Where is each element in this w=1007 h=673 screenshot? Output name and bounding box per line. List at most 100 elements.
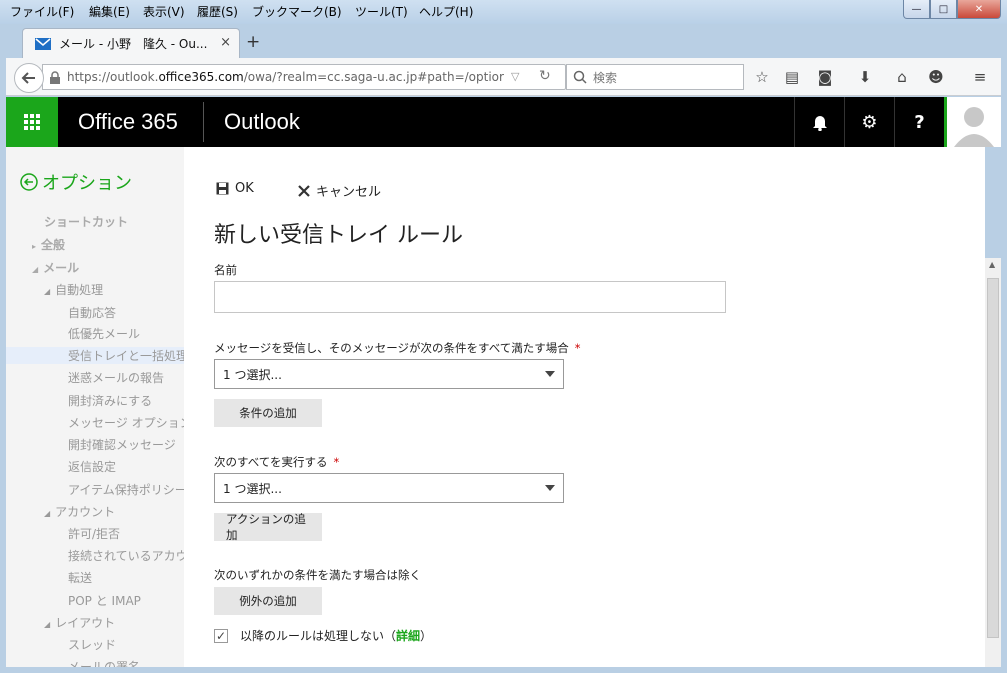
nav-item-label: 許可/拒否 xyxy=(68,527,121,541)
search-icon xyxy=(573,70,587,84)
nav-item[interactable]: ◢ メール xyxy=(32,259,79,276)
mail-icon xyxy=(35,37,51,50)
home-icon[interactable]: ⌂ xyxy=(890,65,914,89)
back-button[interactable] xyxy=(14,63,44,93)
nav-item[interactable]: スレッド xyxy=(68,636,116,653)
nav-item[interactable]: メールの署名 xyxy=(68,658,140,667)
hello-icon[interactable]: ☻ xyxy=(924,65,948,89)
close-window-button[interactable]: ✕ xyxy=(957,0,1001,19)
person-icon xyxy=(954,107,994,147)
menu-history[interactable]: 履歴(S) xyxy=(197,3,238,20)
url-dropdown-icon[interactable]: ▽ xyxy=(511,70,519,83)
add-exception-button[interactable]: 例外の追加 xyxy=(214,587,322,615)
nav-item[interactable]: 転送 xyxy=(68,569,92,586)
details-close-paren: ） xyxy=(420,629,433,643)
nav-item[interactable]: 許可/拒否 xyxy=(68,525,120,542)
nav-item-label: 全般 xyxy=(41,238,66,252)
nav-item[interactable]: 開封済みにする xyxy=(68,392,152,409)
new-tab-button[interactable]: + xyxy=(246,32,260,52)
nav-item[interactable]: ショートカット xyxy=(44,213,128,230)
tab-outlook[interactable]: メール - 小野 隆久 - Ou... × xyxy=(22,28,240,58)
settings-button[interactable]: ⚙ xyxy=(844,97,894,147)
download-icon[interactable]: ⬇ xyxy=(853,65,877,89)
cancel-button[interactable]: キャンセル xyxy=(298,181,381,200)
action-select[interactable]: 1 つ選択... xyxy=(214,473,564,503)
nav-item[interactable]: 自動応答 xyxy=(68,304,116,321)
scrollbar-thumb[interactable] xyxy=(987,278,999,638)
nav-item-label: 低優先メール xyxy=(68,327,141,341)
menu-edit[interactable]: 編集(E) xyxy=(89,3,130,20)
nav-item-label: 転送 xyxy=(68,571,93,585)
menu-bar: ファイル(F) 編集(E) 表示(V) 履歴(S) ブックマーク(B) ツール(… xyxy=(0,0,1007,24)
condition-select-value: 1 つ選択... xyxy=(223,367,282,382)
exception-label: 次のいずれかの条件を満たす場合は除く xyxy=(214,568,421,582)
add-condition-button[interactable]: 条件の追加 xyxy=(214,399,322,427)
nav-item[interactable]: 接続されているアカウント xyxy=(68,547,184,564)
search-box[interactable]: 検索 xyxy=(566,64,744,90)
address-bar[interactable]: https://outlook.office365.com/owa/?realm… xyxy=(42,64,566,90)
hamburger-menu-icon[interactable]: ≡ xyxy=(968,65,992,89)
nav-item[interactable]: メッセージ オプション xyxy=(68,414,184,431)
options-back-button[interactable]: オプション xyxy=(20,169,132,195)
bell-icon xyxy=(812,116,827,131)
nav-item[interactable]: ◢ 自動処理 xyxy=(44,281,103,298)
chevron-down-icon xyxy=(545,485,555,491)
reload-icon[interactable]: ↻ xyxy=(539,68,551,84)
stop-processing-checkbox[interactable]: ✓ xyxy=(214,628,228,643)
nav-item-label: レイアウト xyxy=(55,616,116,630)
tab-close-icon[interactable]: × xyxy=(220,35,231,50)
details-link[interactable]: 詳細 xyxy=(396,627,420,644)
save-icon xyxy=(216,182,229,195)
nav-item[interactable]: 開封確認メッセージ xyxy=(68,436,176,453)
nav-item-label: 自動応答 xyxy=(68,306,117,320)
details-open-paren: （ xyxy=(384,629,397,643)
nav-item-label: 迷惑メールの報告 xyxy=(68,371,165,385)
nav-item-label: アイテム保持ポリシー xyxy=(68,483,184,497)
nav-item[interactable]: ◢ アカウント xyxy=(44,503,115,520)
menu-bookmarks[interactable]: ブックマーク(B) xyxy=(252,3,342,20)
nav-item[interactable]: ◢ レイアウト xyxy=(44,614,115,631)
menu-view[interactable]: 表示(V) xyxy=(143,3,185,20)
tab-strip: メール - 小野 隆久 - Ou... × + xyxy=(6,28,1001,58)
scroll-up-icon[interactable]: ▲ xyxy=(989,260,995,269)
nav-item-label: 開封済みにする xyxy=(68,394,153,408)
condition-label: メッセージを受信し、そのメッセージが次の条件をすべて満たす場合 * xyxy=(214,341,581,355)
menu-file[interactable]: ファイル(F) xyxy=(10,3,74,20)
maximize-button[interactable]: □ xyxy=(930,0,957,19)
rule-name-input[interactable] xyxy=(214,281,726,313)
nav-item-label: 受信トレイと一括処理ル xyxy=(68,349,184,363)
collapse-icon: ◢ xyxy=(44,287,51,296)
app-name-label[interactable]: Outlook xyxy=(224,109,300,135)
ok-label: OK xyxy=(235,181,254,196)
vertical-scrollbar[interactable]: ▲ xyxy=(985,258,1001,667)
required-mark: * xyxy=(574,341,581,355)
nav-item-label: 開封確認メッセージ xyxy=(68,438,176,452)
condition-select[interactable]: 1 つ選択... xyxy=(214,359,564,389)
app-launcher-button[interactable] xyxy=(6,97,58,147)
nav-item[interactable]: アイテム保持ポリシー xyxy=(68,481,184,498)
page-title: 新しい受信トレイ ルール xyxy=(214,223,463,248)
url-text: https://outlook.office365.com/owa/?realm… xyxy=(67,70,504,84)
pocket-icon[interactable]: ◙ xyxy=(813,65,837,89)
menu-tools[interactable]: ツール(T) xyxy=(355,3,408,20)
nav-item[interactable]: ▸ 全般 xyxy=(32,236,65,253)
nav-item-label: POP と IMAP xyxy=(68,594,141,608)
add-action-button[interactable]: アクションの追加 xyxy=(214,512,322,542)
avatar[interactable] xyxy=(944,97,1001,147)
nav-item[interactable]: POP と IMAP xyxy=(68,592,141,609)
nav-item[interactable]: 受信トレイと一括処理ル xyxy=(6,347,184,364)
ok-button[interactable]: OK xyxy=(216,181,254,196)
minimize-button[interactable]: — xyxy=(903,0,930,19)
brand-label[interactable]: Office 365 xyxy=(78,109,178,135)
reading-list-icon[interactable]: ▤ xyxy=(780,65,804,89)
navigation-toolbar: https://outlook.office365.com/owa/?realm… xyxy=(6,58,1001,96)
menu-help[interactable]: ヘルプ(H) xyxy=(419,3,473,20)
help-button[interactable]: ? xyxy=(894,97,944,147)
notifications-button[interactable] xyxy=(794,97,844,147)
nav-item-label: メッセージ オプション xyxy=(68,416,184,430)
bookmark-star-icon[interactable]: ☆ xyxy=(750,65,774,89)
nav-item[interactable]: 低優先メール xyxy=(68,325,140,342)
waffle-icon xyxy=(24,114,40,130)
nav-item[interactable]: 返信設定 xyxy=(68,458,116,475)
nav-item[interactable]: 迷惑メールの報告 xyxy=(68,369,164,386)
